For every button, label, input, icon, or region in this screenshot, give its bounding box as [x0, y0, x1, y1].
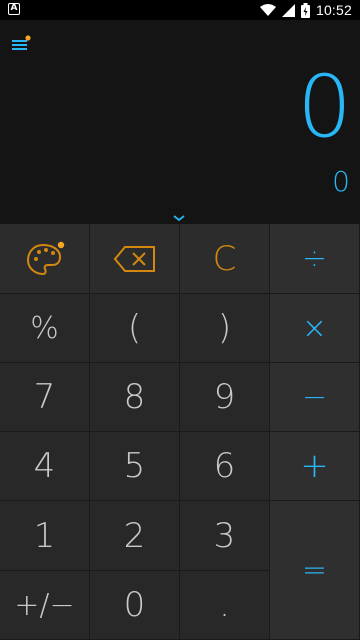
digit-4-button[interactable]: 4 [0, 432, 90, 501]
digit-0-button[interactable]: 0 [90, 571, 180, 640]
multiply-button[interactable]: × [270, 294, 360, 363]
preview-display: 0 [332, 165, 350, 198]
digit-7-button[interactable]: 7 [0, 363, 90, 432]
digit-9-button[interactable]: 9 [180, 363, 270, 432]
plus-button[interactable]: + [270, 432, 360, 501]
minus-button[interactable]: − [270, 363, 360, 432]
digit-6-button[interactable]: 6 [180, 432, 270, 501]
divide-button[interactable]: ÷ [270, 224, 360, 294]
digit-3-button[interactable]: 3 [180, 501, 270, 571]
result-display: 0 [297, 57, 352, 157]
signal-icon [281, 3, 295, 17]
status-time: 10:52 [315, 2, 352, 18]
clear-button[interactable]: C [180, 224, 270, 294]
open-paren-button[interactable]: ( [90, 294, 180, 363]
status-icons: 10:52 [259, 0, 352, 20]
decimal-button[interactable]: . [180, 571, 270, 640]
status-bar: A 10:52 [0, 0, 360, 20]
wifi-icon [259, 4, 276, 16]
close-paren-button[interactable]: ) [180, 294, 270, 363]
digit-8-button[interactable]: 8 [90, 363, 180, 432]
equals-button[interactable]: = [270, 501, 360, 640]
a-icon: A [8, 3, 20, 15]
percent-button[interactable]: % [0, 294, 90, 363]
negate-button[interactable]: +/− [0, 571, 90, 640]
display-area: 0 0 [0, 20, 360, 224]
digit-2-button[interactable]: 2 [90, 501, 180, 571]
digit-1-button[interactable]: 1 [0, 501, 90, 571]
backspace-icon [113, 245, 155, 272]
keypad: C ÷ % ( ) × 7 8 9 − 4 5 6 + 1 2 3 = +/− … [0, 224, 360, 640]
chevron-down-icon[interactable] [172, 213, 186, 223]
battery-icon [300, 2, 310, 18]
digit-5-button[interactable]: 5 [90, 432, 180, 501]
theme-button[interactable] [0, 224, 90, 294]
backspace-button[interactable] [90, 224, 180, 294]
palette-icon [26, 241, 64, 275]
menu-icon[interactable] [12, 34, 32, 52]
